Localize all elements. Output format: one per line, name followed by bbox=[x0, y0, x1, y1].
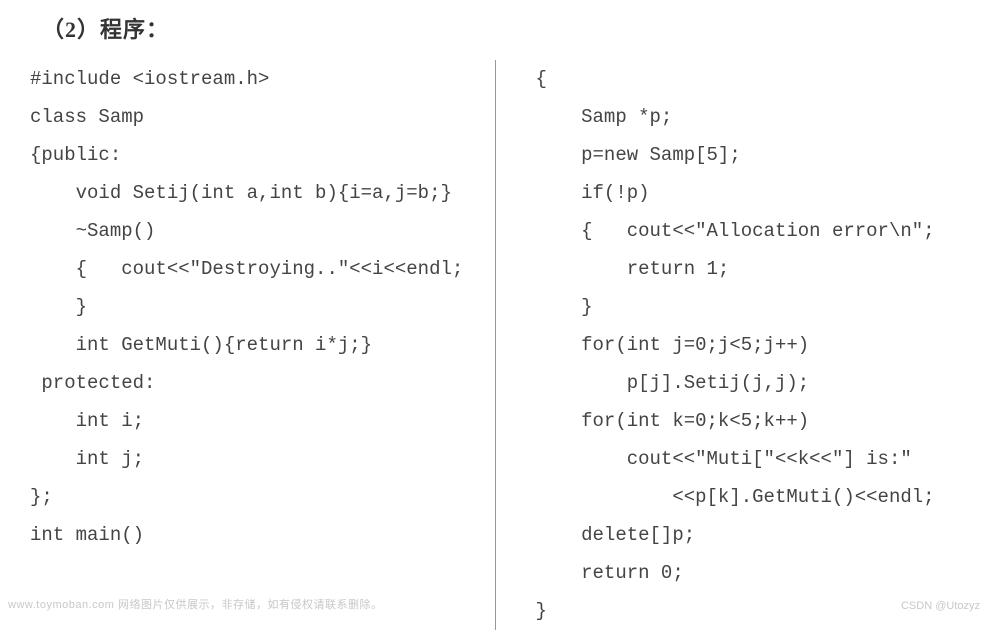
code-line: { cout<<"Allocation error\n"; bbox=[536, 212, 971, 250]
code-line: }; bbox=[30, 478, 465, 516]
section-heading: （2）程序： bbox=[0, 0, 1000, 60]
code-line: int GetMuti(){return i*j;} bbox=[30, 326, 465, 364]
code-line: {public: bbox=[30, 136, 465, 174]
code-line: p=new Samp[5]; bbox=[536, 136, 971, 174]
code-line: <<p[k].GetMuti()<<endl; bbox=[536, 478, 971, 516]
code-line: ~Samp() bbox=[30, 212, 465, 250]
code-line: return 1; bbox=[536, 250, 971, 288]
right-column: { Samp *p; p=new Samp[5]; if(!p) { cout<… bbox=[496, 60, 981, 630]
code-line: for(int j=0;j<5;j++) bbox=[536, 326, 971, 364]
code-line: protected: bbox=[30, 364, 465, 402]
code-line: cout<<"Muti["<<k<<"] is:" bbox=[536, 440, 971, 478]
watermark-left: www.toymoban.com 网络图片仅供展示，非存储，如有侵权请联系删除。 bbox=[8, 596, 382, 612]
code-line: { cout<<"Destroying.."<<i<<endl; bbox=[30, 250, 465, 288]
code-line: class Samp bbox=[30, 98, 465, 136]
code-line: } bbox=[536, 288, 971, 326]
code-columns: #include <iostream.h> class Samp {public… bbox=[0, 60, 1000, 630]
code-line: int main() bbox=[30, 516, 465, 554]
code-line: if(!p) bbox=[536, 174, 971, 212]
code-line: } bbox=[30, 288, 465, 326]
code-line: void Setij(int a,int b){i=a,j=b;} bbox=[30, 174, 465, 212]
code-line: { bbox=[536, 60, 971, 98]
code-line: delete[]p; bbox=[536, 516, 971, 554]
code-line: for(int k=0;k<5;k++) bbox=[536, 402, 971, 440]
code-line: #include <iostream.h> bbox=[30, 60, 465, 98]
left-column: #include <iostream.h> class Samp {public… bbox=[20, 60, 496, 630]
code-line: p[j].Setij(j,j); bbox=[536, 364, 971, 402]
code-line: return 0; bbox=[536, 554, 971, 592]
watermark-right: CSDN @Utozyz bbox=[901, 600, 980, 612]
code-line: Samp *p; bbox=[536, 98, 971, 136]
code-line: int j; bbox=[30, 440, 465, 478]
code-line: int i; bbox=[30, 402, 465, 440]
